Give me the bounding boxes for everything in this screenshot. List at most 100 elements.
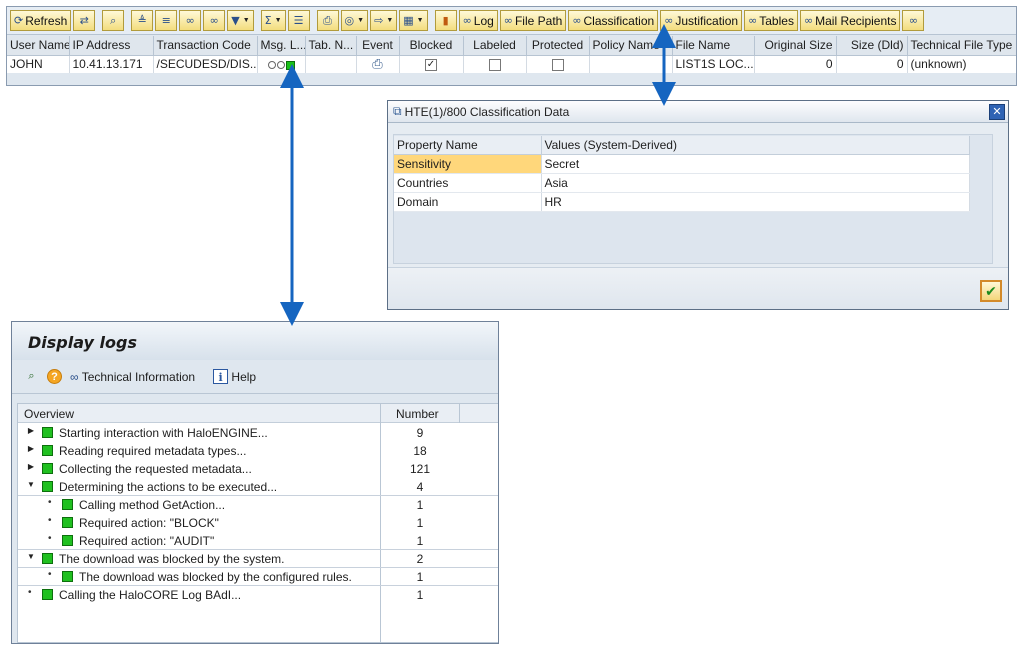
col-header-property-name[interactable]: Property Name <box>394 136 542 155</box>
chart-icon: ▮ <box>442 14 449 27</box>
col-header-msg-l[interactable]: Msg. L... <box>257 36 306 56</box>
expand-arrow-icon[interactable]: ▶ <box>26 426 36 435</box>
alv-toolbar: ⟳ Refresh ⇄ ⌕ ≜ ≡ ∞ ∞ ▼ ▼ Σ ▼ ☰ ⎙ ◎ ▼ ⇨ ▼ ▦ ▼… <box>7 7 1016 35</box>
bullet-icon: • <box>48 569 52 580</box>
list-item[interactable]: • Calling the HaloCORE Log BAdI... 1 <box>18 586 498 604</box>
col-header-ip-address[interactable]: IP Address <box>69 36 154 56</box>
col-header-transaction-code[interactable]: Transaction Code <box>153 36 258 56</box>
table-row[interactable]: Countries Asia <box>394 173 970 193</box>
table-row[interactable]: Domain HR <box>394 192 970 212</box>
success-status-icon <box>42 445 53 456</box>
print-button[interactable]: ⎙ <box>316 10 339 31</box>
log-count: 1 <box>416 516 424 530</box>
refresh-icon: ⟳ <box>14 14 24 27</box>
log-count: 4 <box>416 480 424 494</box>
search-next-button[interactable]: ∞ <box>203 10 226 31</box>
table-row[interactable]: JOHN 10.41.13.171 /SECUDESD/DIS... ⎙ ✓ L… <box>7 55 1016 73</box>
glasses-icon: ∞ <box>572 14 582 27</box>
dialog-title-bar: ⧉ HTE(1)/800 Classification Data <box>388 101 1008 123</box>
col-header-blocked[interactable]: Blocked <box>399 36 464 56</box>
col-header-values[interactable]: Values (System-Derived) <box>541 136 970 155</box>
dialog-title: HTE(1)/800 Classification Data <box>404 104 570 119</box>
sort-ascending-button[interactable]: ≜ <box>131 10 154 31</box>
protected-checkbox <box>551 59 564 72</box>
bullet-icon: • <box>48 497 52 508</box>
log-button[interactable]: ∞ Log <box>458 10 498 31</box>
value-cell[interactable]: HR <box>541 192 970 212</box>
property-cell[interactable]: Domain <box>394 192 542 212</box>
ok-button[interactable]: ✔ <box>980 280 1002 302</box>
log-tree: Overview Number ▶ Starting interaction w… <box>17 403 498 643</box>
collapse-arrow-icon[interactable]: ▼ <box>26 552 36 561</box>
find-detail-icon[interactable]: ⌕ <box>24 369 39 384</box>
justification-label: Justification <box>675 13 739 28</box>
classification-button[interactable]: ∞ Classification <box>568 10 659 31</box>
tables-button[interactable]: ∞ Tables <box>744 10 798 31</box>
col-header-policy-name[interactable]: Policy Name <box>589 36 673 56</box>
expand-arrow-icon[interactable]: ▶ <box>26 462 36 471</box>
sort-descending-button[interactable]: ≡ <box>155 10 178 31</box>
find-button[interactable]: ⌕ <box>102 10 125 31</box>
table-row[interactable]: Sensitivity Secret <box>394 154 970 174</box>
log-message: Collecting the requested metadata... <box>59 462 252 476</box>
list-item[interactable]: • Required action: "AUDIT" 1 <box>18 532 498 550</box>
chevron-down-icon: ▼ <box>357 17 365 24</box>
col-header-user-name[interactable]: User Name <box>7 36 70 56</box>
list-item[interactable]: ▼ The download was blocked by the system… <box>18 550 498 568</box>
help-circle-icon[interactable]: ? <box>47 369 62 384</box>
success-status-icon <box>62 499 73 510</box>
bullet-icon: • <box>28 587 32 598</box>
layout-button[interactable]: ▦ ▼ <box>399 10 428 31</box>
cell-event[interactable]: ⎙ <box>356 55 400 73</box>
cell-technical-file-type: (unknown) <box>907 55 1016 73</box>
chevron-down-icon: ▼ <box>416 17 424 24</box>
list-item[interactable]: ▶ Starting interaction with HaloENGINE..… <box>18 424 498 442</box>
list-item[interactable]: ▶ Collecting the requested metadata... 1… <box>18 460 498 478</box>
justification-button[interactable]: ∞ Justification <box>660 10 743 31</box>
cell-labeled <box>463 55 527 73</box>
col-header-original-size[interactable]: Original Size <box>754 36 837 56</box>
classification-dialog: ⧉ HTE(1)/800 Classification Data ✕ Prope… <box>387 100 1009 310</box>
value-cell[interactable]: Secret <box>541 154 970 174</box>
file-path-button[interactable]: ∞ File Path <box>499 10 567 31</box>
col-header-number[interactable]: Number <box>396 407 439 421</box>
col-header-file-name[interactable]: File Name <box>672 36 755 56</box>
list-item[interactable]: ▶ Reading required metadata types... 18 <box>18 442 498 460</box>
log-label: Log <box>473 13 494 28</box>
search-button[interactable]: ∞ <box>179 10 202 31</box>
refresh-button[interactable]: ⟳ Refresh <box>10 10 72 31</box>
subtotal-button[interactable]: ☰ <box>287 10 310 31</box>
list-item[interactable]: ▼ Determining the actions to be executed… <box>18 478 498 496</box>
more-toolbar-button[interactable]: ∞ <box>902 10 925 31</box>
col-header-overview[interactable]: Overview <box>24 407 74 421</box>
graphic-button[interactable]: ▮ <box>434 10 457 31</box>
export-button[interactable]: ⇨ ▼ <box>370 10 398 31</box>
close-button[interactable]: ✕ <box>989 104 1005 120</box>
col-header-labeled[interactable]: Labeled <box>463 36 527 56</box>
property-cell[interactable]: Sensitivity <box>394 154 542 174</box>
help-button[interactable]: i Help <box>213 369 256 384</box>
list-item[interactable]: • Required action: "BLOCK" 1 <box>18 514 498 532</box>
col-header-tab-n[interactable]: Tab. N... <box>305 36 357 56</box>
expand-arrow-icon[interactable]: ▶ <box>26 444 36 453</box>
total-button[interactable]: Σ ▼ <box>260 10 286 31</box>
col-header-protected[interactable]: Protected <box>526 36 590 56</box>
technical-information-button[interactable]: ∞ Technical Information <box>70 370 195 384</box>
views-icon: ◎ <box>344 14 355 27</box>
glasses-icon: ∞ <box>462 14 472 27</box>
success-status-icon <box>42 589 53 600</box>
col-header-event[interactable]: Event <box>356 36 400 56</box>
col-header-technical-file-type[interactable]: Technical File Type <box>907 36 1016 56</box>
views-button[interactable]: ◎ ▼ <box>340 10 369 31</box>
details-button[interactable]: ⇄ <box>73 10 96 31</box>
list-item[interactable]: • The download was blocked by the config… <box>18 568 498 586</box>
collapse-arrow-icon[interactable]: ▼ <box>26 480 36 489</box>
list-item[interactable]: • Calling method GetAction... 1 <box>18 496 498 514</box>
property-cell[interactable]: Countries <box>394 173 542 193</box>
mail-recipients-button[interactable]: ∞ Mail Recipients <box>799 10 901 31</box>
col-header-size-dld[interactable]: Size (Dld) <box>836 36 908 56</box>
cell-transaction-code: /SECUDESD/DIS... <box>153 55 258 73</box>
value-cell[interactable]: Asia <box>541 173 970 193</box>
cell-msg-log[interactable] <box>257 55 306 73</box>
filter-button[interactable]: ▼ ▼ <box>227 10 254 31</box>
